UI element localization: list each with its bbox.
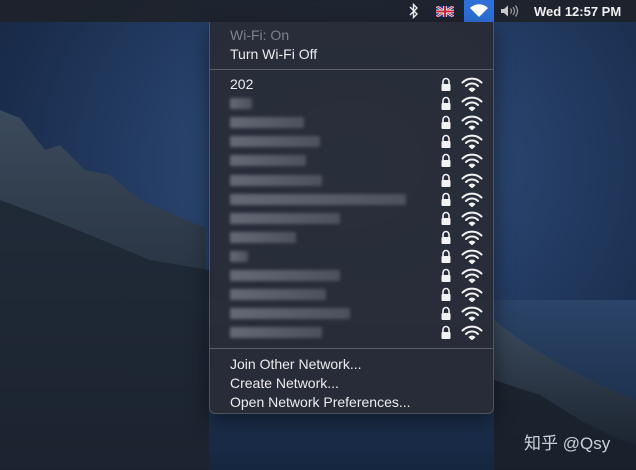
bluetooth-icon [409,3,418,19]
lock-icon [441,230,451,244]
network-name-redacted [230,193,406,205]
network-name-redacted [230,327,322,339]
network-item[interactable] [210,190,493,209]
network-item[interactable]: 202 [210,75,493,94]
network-item[interactable] [210,247,493,266]
lock-icon [441,173,451,187]
wifi-signal-icon [461,154,483,169]
lock-icon [441,268,451,282]
lock-icon [441,326,451,340]
network-name-redacted [230,117,304,129]
lock-icon [441,249,451,263]
join-other-network-item[interactable]: Join Other Network... [230,355,362,373]
network-name-redacted [230,98,252,110]
menu-bar-clock[interactable]: Wed 12:57 PM [528,0,632,22]
network-name-redacted [230,174,322,186]
wifi-signal-icon [461,115,483,131]
wifi-signal-icon [461,306,483,322]
lock-icon [441,192,451,206]
create-network-item[interactable]: Create Network... [230,374,339,392]
menu-separator [210,69,493,70]
lock-icon [441,211,451,225]
watermark: 知乎 @Qsy [524,434,611,453]
network-item[interactable] [210,323,493,342]
wifi-signal-icon [461,325,483,341]
network-item[interactable] [210,132,493,151]
lock-icon [441,77,451,91]
network-name-redacted [230,270,340,281]
wifi-icon [470,4,488,17]
lock-icon [441,96,451,111]
volume-icon [501,5,519,17]
menu-bar: Wed 12:57 PM [0,0,636,22]
lock-icon [441,287,451,302]
wifi-signal-icon [461,287,483,303]
network-item[interactable] [210,94,493,113]
network-item[interactable] [210,285,493,304]
menu-separator [210,348,493,349]
wifi-status-item[interactable] [464,0,494,22]
wifi-status-label: Wi-Fi: On [230,27,290,43]
network-name-redacted [230,250,248,262]
network-name-redacted [230,231,296,243]
network-name-redacted [230,155,306,167]
turn-wifi-off-item[interactable]: Turn Wi-Fi Off [230,45,317,63]
network-name-redacted [230,136,320,148]
input-source-item[interactable] [434,0,456,22]
network-item[interactable] [210,266,493,285]
wifi-signal-icon [461,192,483,207]
wifi-signal-icon [461,96,483,112]
network-item[interactable] [210,171,493,190]
wifi-signal-icon [461,230,483,245]
network-item[interactable] [210,209,493,228]
lock-icon [441,135,451,149]
volume-status-item[interactable] [497,0,523,22]
wifi-signal-icon [461,211,483,226]
bluetooth-status-item[interactable] [404,0,424,22]
wifi-signal-icon [461,249,483,264]
network-name-redacted [230,212,340,224]
lock-icon [441,306,451,321]
network-name-redacted [230,308,350,320]
wifi-signal-icon [461,268,483,283]
network-name-redacted [230,289,326,301]
network-item[interactable] [210,304,493,323]
wifi-menu: Wi-Fi: On Turn Wi-Fi Off 202 Join Other … [209,22,494,414]
lock-icon [441,154,451,168]
network-item[interactable] [210,151,493,170]
network-item[interactable] [210,228,493,247]
lock-icon [441,115,451,130]
uk-flag-icon [436,5,454,17]
network-name: 202 [230,76,254,92]
wifi-signal-icon [461,77,483,92]
network-item[interactable] [210,113,493,132]
open-network-preferences-item[interactable]: Open Network Preferences... [230,393,411,411]
wifi-signal-icon [461,134,483,150]
wifi-signal-icon [461,173,483,188]
